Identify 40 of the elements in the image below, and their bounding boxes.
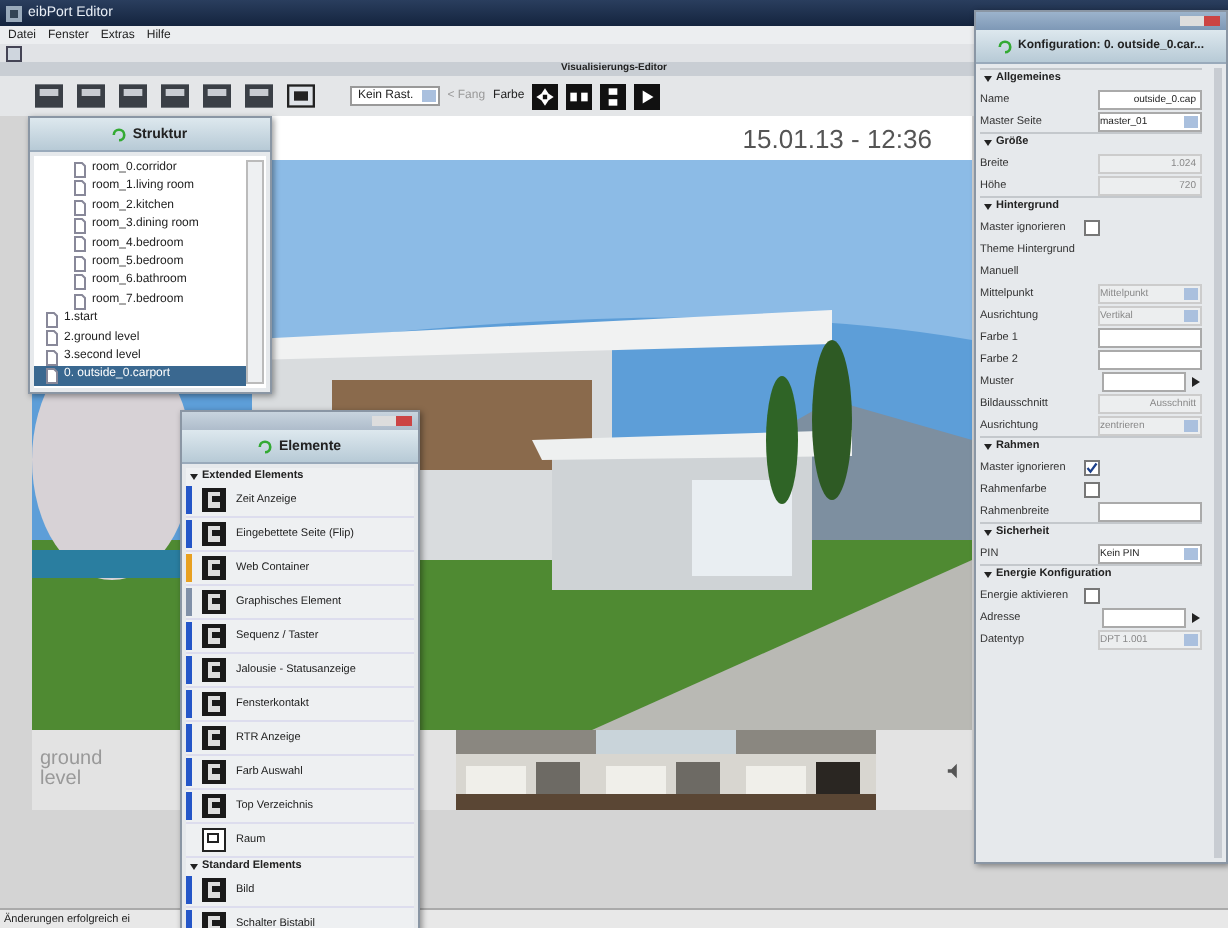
scrollbar[interactable] (246, 160, 264, 384)
element-icon (202, 522, 226, 546)
align-icon[interactable] (566, 83, 593, 109)
element-icon (202, 658, 226, 682)
tool-icon[interactable] (116, 82, 150, 110)
tool-icon[interactable] (74, 82, 108, 110)
arrow-icon[interactable] (1190, 611, 1202, 623)
room-icon (202, 828, 226, 852)
tool-icon[interactable] (158, 82, 192, 110)
input-field[interactable] (1102, 607, 1186, 627)
input-field[interactable] (1102, 371, 1186, 391)
element-icon (202, 590, 226, 614)
input-field[interactable] (1098, 327, 1202, 347)
app-icon (6, 5, 22, 21)
input-field[interactable] (1098, 501, 1202, 521)
checkbox[interactable] (1084, 459, 1100, 475)
tool-icon[interactable] (32, 82, 66, 110)
window-buttons[interactable] (1180, 16, 1220, 26)
arrow-icon[interactable] (1190, 375, 1202, 387)
element-icon (202, 760, 226, 784)
element-icon (202, 794, 226, 818)
element-icon (202, 878, 226, 902)
element-icon (202, 726, 226, 750)
window-buttons[interactable] (372, 416, 412, 426)
checkbox[interactable] (1084, 481, 1100, 497)
tool-icon[interactable] (200, 82, 234, 110)
move-icon[interactable] (532, 83, 559, 109)
element-icon (202, 556, 226, 580)
frame-icon[interactable] (284, 82, 318, 110)
level-label: ground level (38, 750, 105, 790)
checkbox[interactable] (1084, 219, 1100, 235)
timestamp: 15.01.13 - 12:36 (742, 123, 932, 153)
play-icon[interactable] (634, 83, 661, 109)
distribute-icon[interactable] (600, 83, 627, 109)
input-field[interactable] (1098, 349, 1202, 369)
checkbox[interactable] (1084, 587, 1100, 603)
element-icon (202, 488, 226, 512)
element-icon (202, 692, 226, 716)
tool-icon[interactable] (242, 82, 276, 110)
element-icon (202, 624, 226, 648)
